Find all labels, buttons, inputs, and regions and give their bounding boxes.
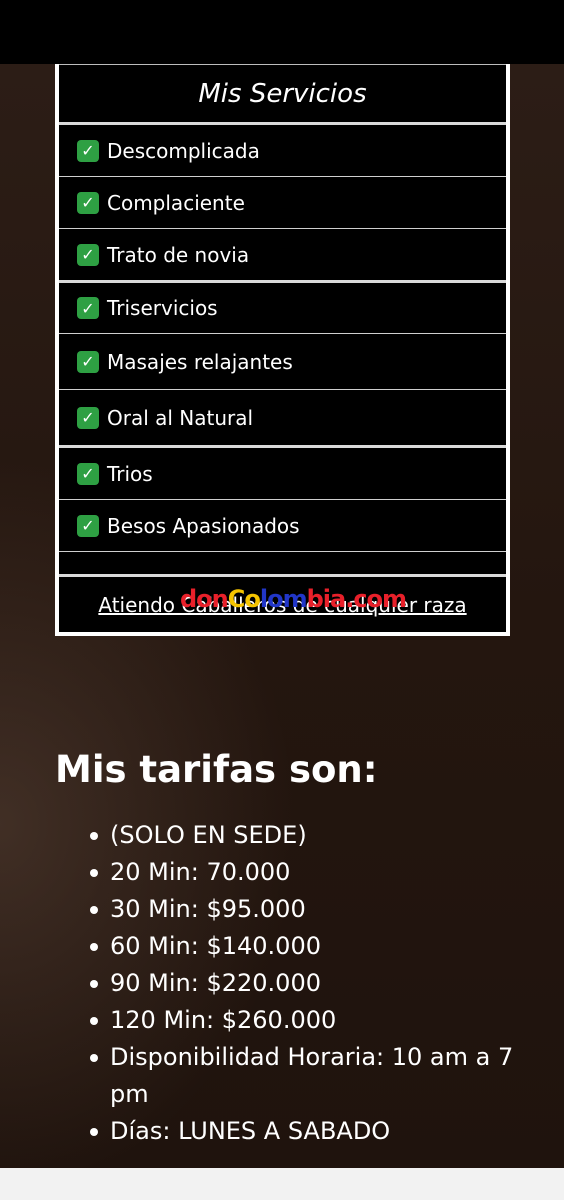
- service-item-label: Besos Apasionados: [107, 513, 300, 538]
- tarifas-list: (SOLO EN SEDE) 20 Min: 70.000 30 Min: $9…: [90, 817, 530, 1150]
- tarifa-item: Días: LUNES A SABADO: [90, 1113, 530, 1150]
- divider: [59, 551, 506, 552]
- services-footer-link[interactable]: Atiendo Caballeros de cualquier raza: [59, 578, 506, 632]
- tarifa-item: 60 Min: $140.000: [90, 928, 530, 965]
- check-mark-icon: ✓: [77, 350, 99, 373]
- service-item: ✓ Trato de novia: [59, 229, 506, 280]
- check-mark-icon: ✓: [77, 462, 99, 485]
- service-item-label: Trios: [107, 461, 153, 486]
- tarifa-item: 120 Min: $260.000: [90, 1002, 530, 1039]
- check-mark-icon: ✓: [77, 243, 99, 266]
- divider: [59, 574, 506, 577]
- check-mark-icon: ✓: [77, 514, 99, 537]
- tarifa-item: 20 Min: 70.000: [90, 854, 530, 891]
- service-item: ✓ Descomplicada: [59, 125, 506, 176]
- service-item-label: Trato de novia: [107, 242, 250, 267]
- page-footer: [0, 1168, 564, 1200]
- check-mark-icon: ✓: [77, 297, 99, 319]
- service-item: ✓ Masajes relajantes: [59, 334, 506, 389]
- service-item-label: Masajes relajantes: [107, 349, 293, 374]
- check-mark-icon: ✓: [77, 139, 99, 162]
- service-item-label: Oral al Natural: [107, 405, 254, 430]
- check-mark-icon: ✓: [77, 191, 99, 214]
- check-mark-icon: ✓: [77, 406, 99, 429]
- service-item-label: Complaciente: [107, 190, 245, 215]
- service-item: ✓ Oral al Natural: [59, 390, 506, 445]
- services-table: Mis Servicios ✓ Descomplicada ✓ Complaci…: [55, 64, 510, 636]
- tarifa-item: (SOLO EN SEDE): [90, 817, 530, 854]
- tarifas-heading: Mis tarifas son:: [55, 748, 378, 791]
- tarifa-item: Disponibilidad Horaria: 10 am a 7 pm: [90, 1039, 530, 1113]
- services-title: Mis Servicios: [59, 64, 506, 123]
- tarifa-item: 90 Min: $220.000: [90, 965, 530, 1002]
- service-item-label: Descomplicada: [107, 138, 260, 163]
- top-bar: [0, 0, 564, 64]
- tarifa-item: 30 Min: $95.000: [90, 891, 530, 928]
- service-item: ✓ Trios: [59, 448, 506, 499]
- service-item: ✓ Complaciente: [59, 177, 506, 228]
- service-item-label: Triservicios: [107, 296, 218, 320]
- service-item: ✓ Besos Apasionados: [59, 500, 506, 551]
- service-item: ✓ Triservicios: [59, 283, 506, 333]
